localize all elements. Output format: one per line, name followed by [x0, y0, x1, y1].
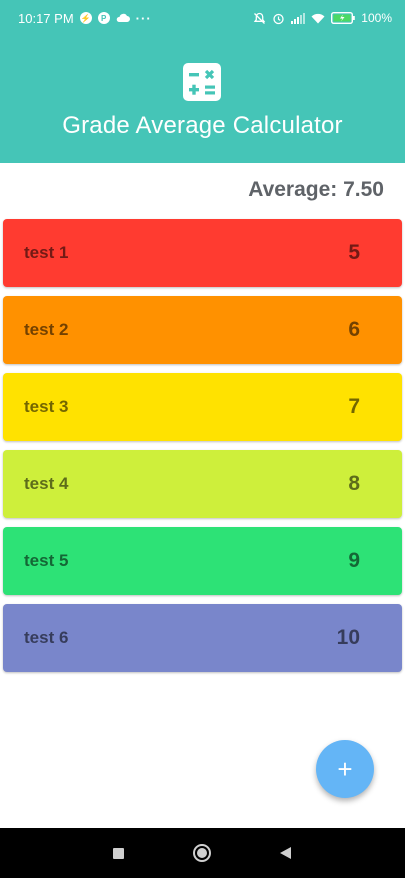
signal-icon	[291, 12, 306, 24]
home-button[interactable]	[190, 841, 214, 865]
home-icon	[193, 844, 211, 862]
grade-card[interactable]: test 3 7	[3, 373, 402, 441]
cloud-icon	[116, 13, 130, 23]
grade-card[interactable]: test 2 6	[3, 296, 402, 364]
back-button[interactable]	[276, 844, 294, 862]
grade-name: test 3	[24, 397, 69, 416]
status-right: 100%	[253, 11, 392, 25]
grade-name: test 6	[24, 628, 69, 647]
app-screen: 10:17 PM ⚡ P ··· 100% Grade Average Calc…	[0, 0, 405, 878]
battery-percent: 100%	[361, 11, 392, 25]
app-notification-icon: P	[97, 12, 110, 24]
battery-icon	[331, 12, 356, 24]
plus-icon: +	[337, 753, 353, 784]
add-grade-button[interactable]: +	[316, 740, 374, 798]
grade-value: 8	[348, 472, 360, 495]
calculator-icon	[183, 63, 221, 101]
grade-card[interactable]: test 4 8	[3, 450, 402, 518]
grade-value: 9	[348, 549, 360, 572]
grade-card[interactable]: test 5 9	[3, 527, 402, 595]
status-time: 10:17 PM	[18, 10, 74, 26]
grade-value: 10	[336, 626, 360, 649]
navigation-bar	[0, 828, 405, 878]
grade-card[interactable]: test 1 5	[3, 219, 402, 287]
grade-card[interactable]: test 6 10	[3, 604, 402, 672]
grade-value: 5	[348, 241, 360, 264]
grade-list: test 1 5 test 2 6 test 3 7 test 4 8 test 5 9 test …	[3, 219, 402, 681]
app-header: 10:17 PM ⚡ P ··· 100% Grade Average Calc…	[0, 0, 405, 163]
more-notifications-icon: ···	[135, 10, 152, 26]
grade-name: test 5	[24, 551, 69, 570]
status-left: 10:17 PM ⚡ P ···	[18, 11, 152, 26]
back-icon	[279, 847, 291, 859]
app-title: Grade Average Calculator	[62, 112, 343, 139]
grade-value: 6	[348, 318, 360, 341]
mute-icon	[253, 12, 266, 25]
status-bar: 10:17 PM ⚡ P ··· 100%	[0, 0, 405, 36]
recents-button[interactable]	[109, 844, 127, 862]
grade-name: test 1	[24, 243, 69, 262]
alarm-icon	[272, 12, 285, 25]
grade-name: test 4	[24, 474, 69, 493]
grade-value: 7	[348, 395, 360, 418]
wifi-icon	[311, 13, 325, 24]
average-display: Average: 7.50	[248, 178, 384, 201]
grade-name: test 2	[24, 320, 69, 339]
messenger-icon: ⚡	[79, 12, 92, 24]
recents-icon	[112, 847, 124, 859]
